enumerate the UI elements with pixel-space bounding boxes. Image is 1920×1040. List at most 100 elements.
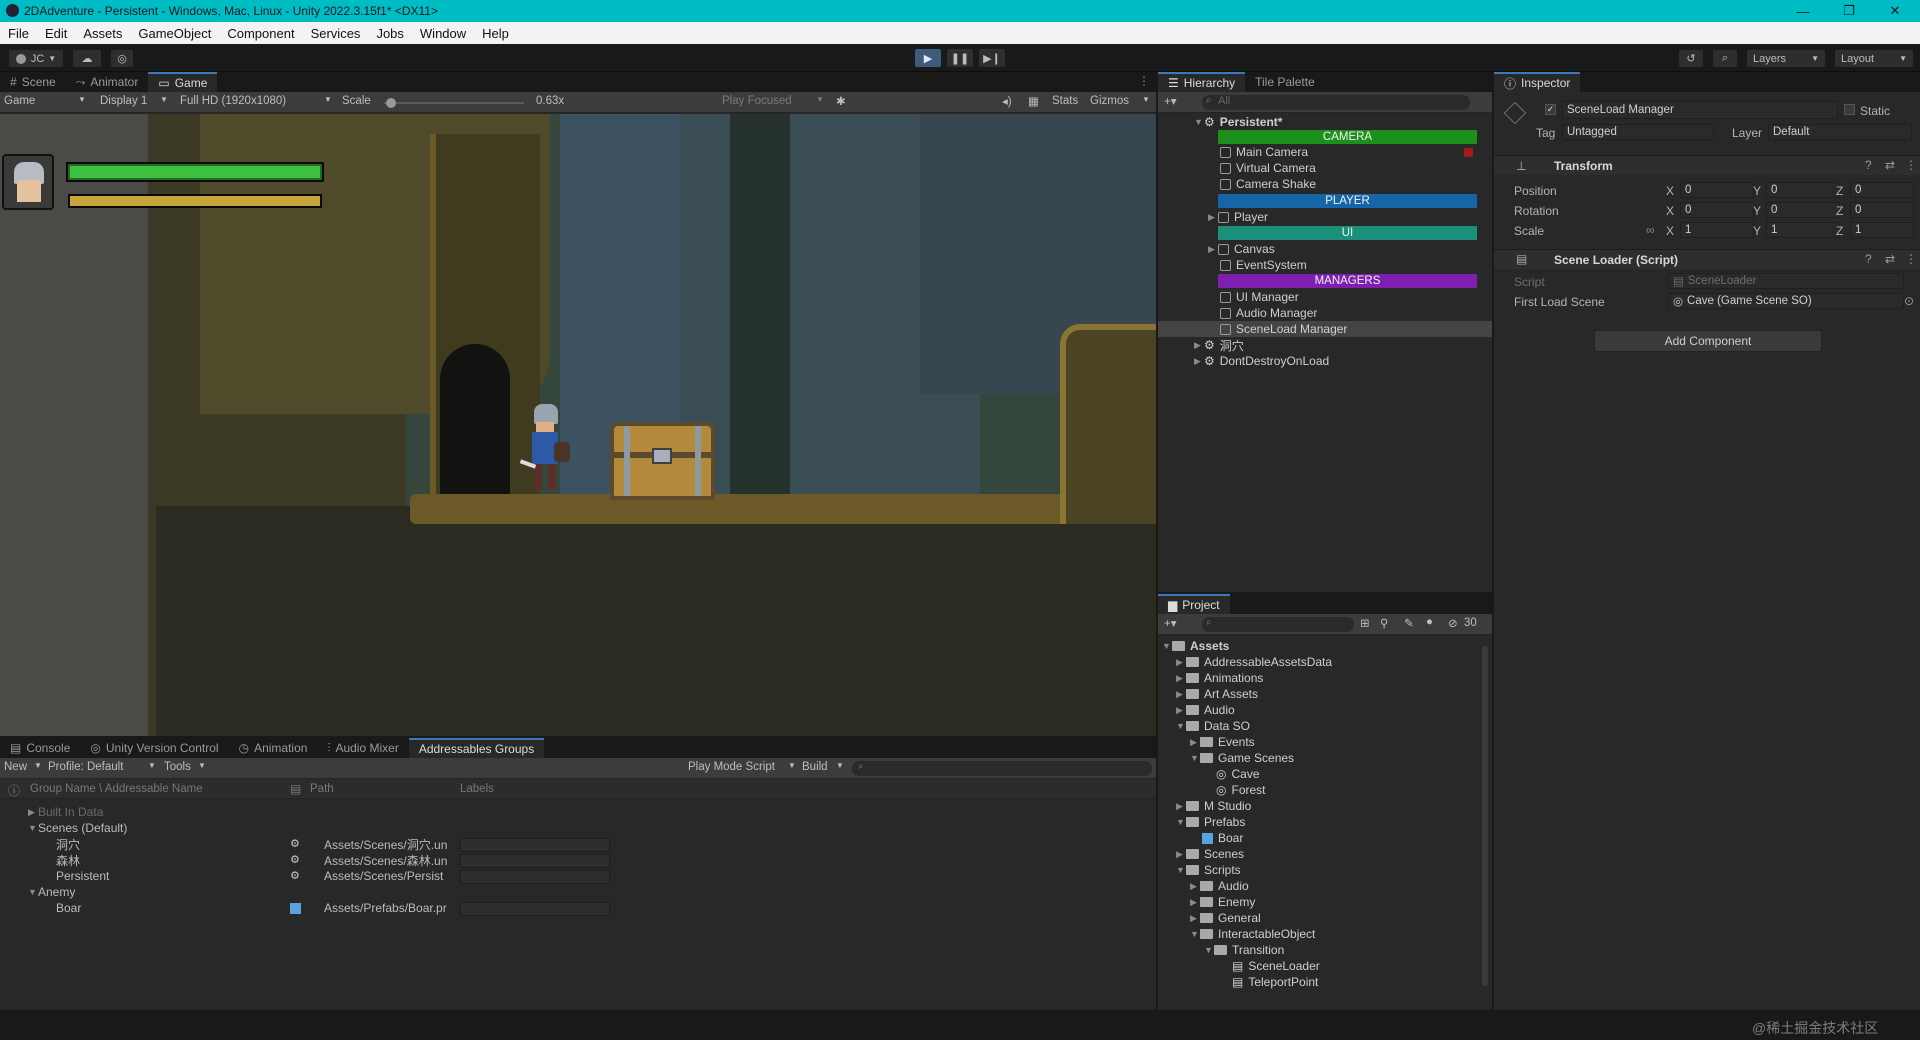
- expand-arrow-icon[interactable]: ▼: [28, 823, 38, 833]
- hierarchy-banner-player[interactable]: PLAYER: [1218, 194, 1477, 208]
- hierarchy-item-audio-manager[interactable]: Audio Manager: [1158, 305, 1492, 321]
- project-folder-audio[interactable]: ▶ Audio: [1176, 702, 1235, 718]
- project-folder-mstudio[interactable]: ▶ M Studio: [1176, 798, 1251, 814]
- position-y-field[interactable]: 0: [1766, 182, 1840, 198]
- step-button[interactable]: ▶❙: [978, 48, 1006, 68]
- static-checkbox[interactable]: [1844, 104, 1855, 115]
- favorite-icon[interactable]: ✎: [1404, 616, 1414, 630]
- expand-arrow-icon[interactable]: ▶: [28, 807, 38, 818]
- labels-dropdown[interactable]: [460, 854, 610, 868]
- expand-arrow-icon[interactable]: ▼: [1162, 641, 1172, 651]
- menu-gameobject[interactable]: GameObject: [130, 26, 219, 41]
- tab-animation[interactable]: ◷ Animation: [229, 738, 318, 758]
- rotation-z-field[interactable]: 0: [1850, 202, 1914, 218]
- close-button[interactable]: ✕: [1872, 0, 1918, 22]
- addressable-row-forest[interactable]: 森林: [56, 852, 80, 868]
- addressable-row-persistent[interactable]: Persistent: [56, 868, 109, 884]
- bug-icon[interactable]: ✱: [836, 94, 846, 108]
- hierarchy-search-input[interactable]: All: [1202, 95, 1470, 110]
- project-asset-cave[interactable]: ◎ Cave: [1216, 766, 1260, 782]
- column-path[interactable]: Path: [310, 783, 334, 795]
- group-anemy[interactable]: ▼ Anemy: [28, 884, 75, 900]
- pause-button[interactable]: ❚❚: [946, 48, 974, 68]
- more-options-icon[interactable]: ⋮: [1138, 74, 1150, 88]
- layers-dropdown[interactable]: Layers ▼: [1746, 49, 1826, 68]
- display-dropdown[interactable]: Display 1: [100, 95, 147, 107]
- expand-arrow-icon[interactable]: ▶: [1176, 657, 1186, 668]
- tab-inspector[interactable]: ⓘ Inspector: [1494, 72, 1581, 92]
- component-menu-icon[interactable]: ⋮: [1905, 158, 1917, 172]
- project-folder-assets[interactable]: ▼ Assets: [1162, 638, 1229, 654]
- play-focused-dropdown[interactable]: Play Focused: [722, 95, 792, 107]
- project-asset-forest[interactable]: ◎ Forest: [1216, 782, 1266, 798]
- hierarchy-item-canvas[interactable]: ▶ Canvas: [1158, 241, 1492, 257]
- project-folder-prefabs[interactable]: ▼ Prefabs: [1176, 814, 1245, 830]
- maximize-button[interactable]: ❐: [1826, 0, 1872, 22]
- new-dropdown[interactable]: New: [4, 761, 27, 773]
- preset-icon[interactable]: ⇄: [1885, 252, 1895, 266]
- hierarchy-item-ui-manager[interactable]: UI Manager: [1158, 289, 1492, 305]
- active-checkbox[interactable]: ✓: [1545, 104, 1556, 115]
- tag-dropdown[interactable]: Untagged: [1562, 124, 1714, 140]
- profile-dropdown[interactable]: Profile: Default: [48, 761, 123, 773]
- play-button[interactable]: ▶: [914, 48, 942, 68]
- scale-x-field[interactable]: 1: [1680, 222, 1754, 238]
- object-picker-icon[interactable]: ⊙: [1904, 294, 1914, 308]
- hierarchy-item-main-camera[interactable]: Main Camera: [1158, 144, 1492, 160]
- hierarchy-item-virtual-camera[interactable]: Virtual Camera: [1158, 160, 1492, 176]
- labels-dropdown[interactable]: [460, 870, 610, 884]
- hierarchy-item-sceneload-manager[interactable]: SceneLoad Manager: [1158, 321, 1492, 337]
- labels-dropdown[interactable]: [460, 838, 610, 852]
- filter-type-icon[interactable]: ⊞: [1360, 616, 1370, 630]
- cloud-button[interactable]: ☁: [72, 49, 102, 68]
- expand-arrow-icon[interactable]: ▼: [1190, 753, 1200, 763]
- tab-addressables-groups[interactable]: Addressables Groups: [408, 738, 545, 758]
- project-script-sceneloader[interactable]: ▤ SceneLoader: [1232, 958, 1320, 974]
- tab-console[interactable]: ▤ Console: [0, 738, 80, 758]
- project-folder-interactable[interactable]: ▼ InteractableObject: [1190, 926, 1315, 942]
- column-labels[interactable]: Labels: [460, 783, 494, 795]
- tab-scene[interactable]: # Scene: [0, 72, 66, 92]
- project-folder-enemy[interactable]: ▶ Enemy: [1190, 894, 1255, 910]
- gizmos-dropdown[interactable]: Gizmos: [1090, 95, 1129, 107]
- project-folder-events[interactable]: ▶ Events: [1190, 734, 1255, 750]
- project-folder-animations[interactable]: ▶ Animations: [1176, 670, 1263, 686]
- rotation-y-field[interactable]: 0: [1766, 202, 1840, 218]
- menu-edit[interactable]: Edit: [37, 26, 75, 41]
- game-view[interactable]: [0, 114, 1156, 736]
- alert-icon[interactable]: ●: [1426, 616, 1433, 628]
- help-icon[interactable]: ?: [1865, 158, 1872, 172]
- expand-arrow-icon[interactable]: ▶: [1208, 244, 1218, 255]
- tab-game[interactable]: ▭ Game: [148, 72, 218, 92]
- position-x-field[interactable]: 0: [1680, 182, 1754, 198]
- play-mode-script-dropdown[interactable]: Play Mode Script: [688, 761, 775, 773]
- mute-audio-icon[interactable]: ◂): [1002, 94, 1012, 108]
- expand-arrow-icon[interactable]: ▶: [1190, 913, 1200, 924]
- position-z-field[interactable]: 0: [1850, 182, 1914, 198]
- expand-arrow-icon[interactable]: ▶: [1176, 801, 1186, 812]
- first-load-scene-field[interactable]: ◎ Cave (Game Scene SO): [1668, 293, 1904, 309]
- filter-label-icon[interactable]: ⚲: [1380, 616, 1388, 630]
- expand-arrow-icon[interactable]: ▶: [1190, 881, 1200, 892]
- project-folder-scripts[interactable]: ▼ Scripts: [1176, 862, 1241, 878]
- game-mode-dropdown[interactable]: Game: [4, 95, 35, 107]
- grid-icon[interactable]: ▦: [1028, 94, 1039, 108]
- object-name-field[interactable]: SceneLoad Manager: [1562, 101, 1838, 119]
- minimize-button[interactable]: —: [1780, 0, 1826, 22]
- expand-arrow-icon[interactable]: ▶: [1176, 673, 1186, 684]
- collab-button[interactable]: ◎: [110, 49, 134, 68]
- expand-arrow-icon[interactable]: ▶: [1176, 705, 1186, 716]
- addressable-row-cave[interactable]: 洞穴: [56, 836, 80, 852]
- expand-arrow-icon[interactable]: ▶: [1176, 849, 1186, 860]
- group-builtin-data[interactable]: ▶ Built In Data: [28, 804, 103, 820]
- project-folder-scenes[interactable]: ▶ Scenes: [1176, 846, 1244, 862]
- hierarchy-banner-ui[interactable]: UI: [1218, 226, 1477, 240]
- project-folder-addressable[interactable]: ▶ AddressableAssetsData: [1176, 654, 1332, 670]
- search-button[interactable]: ⌕: [1712, 49, 1738, 68]
- menu-jobs[interactable]: Jobs: [368, 26, 411, 41]
- project-folder-general[interactable]: ▶ General: [1190, 910, 1261, 926]
- tab-audio-mixer[interactable]: ⫶ Audio Mixer: [317, 738, 408, 758]
- project-folder-dataso[interactable]: ▼ Data SO: [1176, 718, 1250, 734]
- project-search-input[interactable]: [1202, 617, 1354, 632]
- labels-dropdown[interactable]: [460, 902, 610, 916]
